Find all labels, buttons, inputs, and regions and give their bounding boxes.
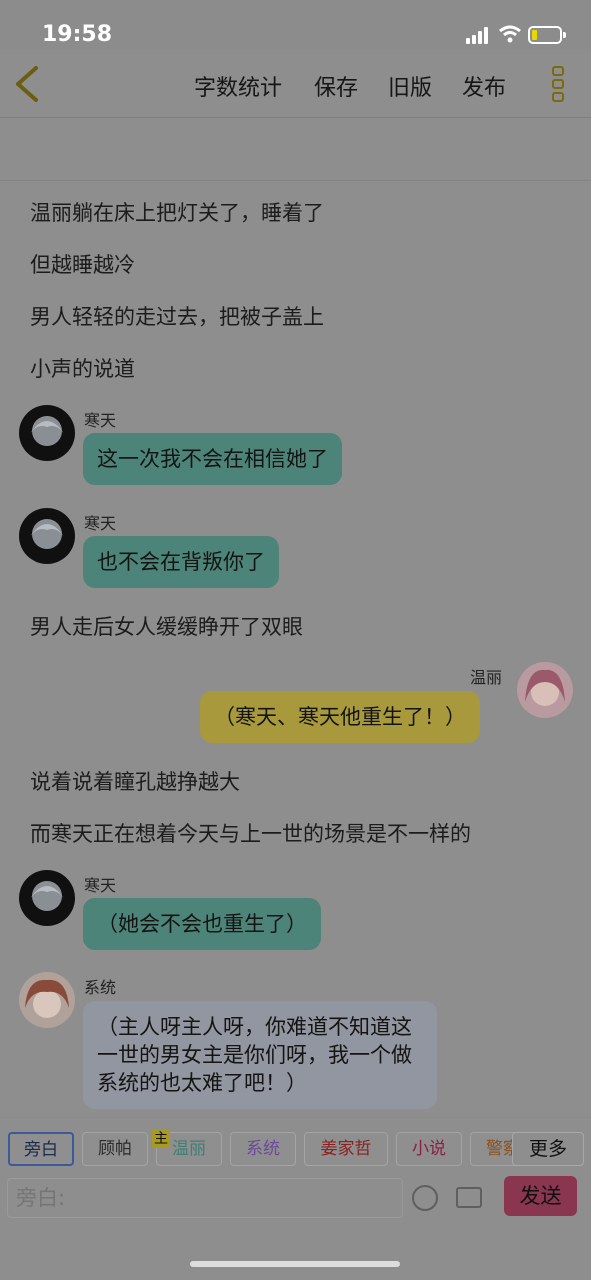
more-characters-button[interactable]: 更多 (512, 1132, 584, 1166)
narration-line: 小声的说道 (30, 357, 135, 381)
speaker-name: 温丽 (470, 668, 503, 687)
chat-bubble[interactable]: 也不会在背叛你了 (83, 536, 279, 588)
back-icon[interactable] (12, 65, 42, 103)
signal-icon (466, 27, 492, 44)
character-chip[interactable]: 小说 (396, 1132, 462, 1166)
character-chip[interactable]: 顾帕 (82, 1132, 148, 1166)
speaker-name: 寒天 (84, 411, 117, 430)
chat-bubble[interactable]: （主人呀主人呀，你难道不知道这一世的男女主是你们呀，我一个做系统的也太难了吧！） (83, 1001, 437, 1109)
character-selector: 旁白 顾帕 温丽 主 系统 姜家哲 小说 警察 更多 (0, 1117, 591, 1173)
narration-line: 而寒天正在想着今天与上一世的场景是不一样的 (30, 822, 471, 846)
chat-bubble[interactable]: （寒天、寒天他重生了！） (200, 691, 480, 743)
word-count-button[interactable]: 字数统计 (194, 70, 282, 102)
narration-line: 但越睡越冷 (30, 253, 135, 277)
chat-bubble[interactable]: （她会不会也重生了） (83, 898, 321, 950)
more-menu-icon[interactable] (552, 66, 566, 105)
chat-bubble[interactable]: 这一次我不会在相信她了 (83, 433, 342, 485)
status-time: 19:58 (42, 22, 113, 47)
avatar[interactable] (19, 405, 75, 461)
battery-icon (528, 26, 566, 44)
main-character-badge: 主 (152, 1130, 170, 1148)
avatar[interactable] (19, 972, 75, 1028)
avatar[interactable] (19, 870, 75, 926)
send-button[interactable]: 发送 (504, 1176, 577, 1216)
narration-line: 男人走后女人缓缓睁开了双眼 (30, 615, 303, 639)
status-bar: 19:58 (0, 0, 591, 50)
message-input[interactable] (7, 1178, 403, 1218)
toolbar-strip (0, 119, 591, 181)
emoji-icon[interactable] (412, 1185, 438, 1211)
publish-button[interactable]: 发布 (462, 70, 506, 102)
narration-line: 男人轻轻的走过去，把被子盖上 (30, 305, 324, 329)
speaker-name: 寒天 (84, 876, 117, 895)
narration-line: 说着说着瞳孔越挣越大 (30, 770, 240, 794)
save-button[interactable]: 保存 (314, 70, 358, 102)
editor-header: 字数统计 保存 旧版 发布 (0, 50, 591, 118)
old-version-button[interactable]: 旧版 (388, 70, 432, 102)
narration-line: 温丽躺在床上把灯关了，睡着了 (30, 201, 324, 225)
avatar[interactable] (19, 508, 75, 564)
speaker-name: 寒天 (84, 514, 117, 533)
avatar[interactable] (517, 662, 573, 718)
home-indicator (190, 1261, 400, 1267)
composer: 发送 (0, 1173, 591, 1223)
character-chip[interactable]: 旁白 (8, 1132, 74, 1166)
character-chip[interactable]: 系统 (230, 1132, 296, 1166)
character-chip[interactable]: 姜家哲 (304, 1132, 388, 1166)
image-icon[interactable] (456, 1187, 482, 1208)
speaker-name: 系统 (84, 978, 117, 997)
wifi-icon (499, 25, 521, 43)
